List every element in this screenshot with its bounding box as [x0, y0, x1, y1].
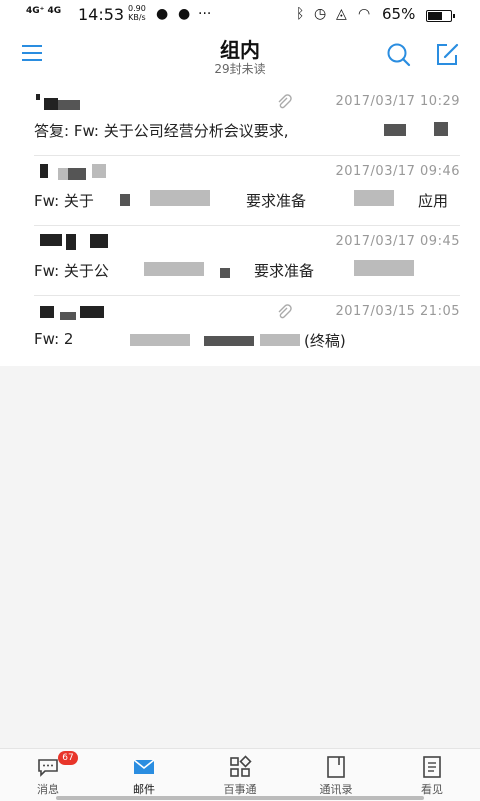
nav-mail-label: 邮件 [133, 783, 155, 796]
nav-baishitong-label: 百事通 [223, 783, 257, 796]
wechat-icon: ● [156, 6, 169, 22]
nav-messages[interactable]: 67 消息 [0, 749, 96, 801]
nav-contacts-label: 通讯录 [319, 783, 353, 796]
battery-percent: 65% [382, 5, 416, 23]
mail-subject-text: Fw: 关于公 [34, 262, 109, 280]
home-indicator [56, 796, 424, 800]
network-indicator: 4G⁺ 4G [26, 6, 62, 16]
app-header: 组内 29封未读 [0, 30, 480, 86]
nav-viewpoint[interactable]: 看见 [384, 749, 480, 801]
mail-item[interactable]: 2017/03/17 10:29 答复: Fw: 关于公司经营分析会议要求, [0, 86, 480, 156]
mail-subject: Fw: 2 (终稿) [34, 330, 464, 348]
mail-subject-end: 应用 [418, 192, 449, 210]
mail-subject-tail: 要求准备 [246, 192, 307, 210]
mail-date: 2017/03/17 09:46 [335, 164, 460, 179]
chat-bubble-icon [38, 759, 58, 777]
apps-grid-icon [230, 755, 252, 777]
more-notifications-icon: ··· [198, 6, 212, 22]
network-speed-value: 0.90 [128, 4, 146, 13]
mail-sender-redacted [34, 164, 114, 180]
document-icon [423, 756, 441, 778]
nav-contacts[interactable]: 通讯录 [288, 749, 384, 801]
attachment-icon [278, 94, 292, 109]
mail-icon [133, 759, 155, 774]
mail-subject-text: 答复: Fw: 关于公司经营分析会议要求, [34, 122, 289, 140]
mute-icon: ◬ [336, 6, 347, 22]
mail-sender-redacted [34, 234, 114, 250]
mail-subject-end: (终稿) [304, 332, 346, 348]
contacts-book-icon [327, 756, 345, 778]
mail-subject: 答复: Fw: 关于公司经营分析会议要求, [34, 120, 464, 141]
compose-icon[interactable] [434, 42, 460, 68]
battery-icon [426, 10, 455, 22]
mail-date: 2017/03/17 09:45 [335, 234, 460, 249]
mail-date: 2017/03/15 21:05 [335, 304, 460, 319]
wifi-icon: ◠ [358, 6, 371, 22]
bluetooth-icon: ᛒ [296, 6, 305, 22]
mail-item[interactable]: 2017/03/17 09:45 Fw: 关于公 要求准备 [0, 226, 480, 296]
mail-subject-tail: 要求准备 [254, 262, 315, 280]
mail-subject: Fw: 关于 要求准备 应用 [34, 190, 464, 211]
status-bar: 4G⁺ 4G 14:53 0.90 KB/s ● ● ··· ᛒ ◷ ◬ ◠ 6… [0, 0, 480, 30]
nav-baishitong[interactable]: 百事通 [192, 749, 288, 801]
nav-messages-label: 消息 [37, 783, 59, 796]
search-icon[interactable] [386, 42, 412, 68]
mail-date: 2017/03/17 10:29 [335, 94, 460, 109]
nav-mail[interactable]: 邮件 [96, 749, 192, 801]
mail-list: 2017/03/17 10:29 答复: Fw: 关于公司经营分析会议要求, 2… [0, 86, 480, 366]
mail-item[interactable]: 2017/03/15 21:05 Fw: 2 (终稿) [0, 296, 480, 366]
unread-badge: 67 [58, 751, 78, 765]
status-time: 14:53 [78, 5, 125, 24]
mail-sender-redacted [34, 304, 114, 320]
mail-subject: Fw: 关于公 要求准备 [34, 260, 464, 281]
chat-icon: ● [178, 6, 191, 22]
bottom-nav: 67 消息 邮件 百事通 通讯录 看见 [0, 748, 480, 801]
mail-subject-text: Fw: 关于 [34, 192, 94, 210]
alarm-icon: ◷ [314, 6, 327, 22]
mail-item[interactable]: 2017/03/17 09:46 Fw: 关于 要求准备 应用 [0, 156, 480, 226]
network-speed-unit: KB/s [128, 13, 146, 22]
mail-subject-text: Fw: 2 [34, 330, 74, 348]
mail-sender-redacted [34, 94, 114, 110]
network-speed: 0.90 KB/s [128, 4, 146, 22]
nav-viewpoint-label: 看见 [421, 783, 443, 796]
attachment-icon [278, 304, 292, 319]
